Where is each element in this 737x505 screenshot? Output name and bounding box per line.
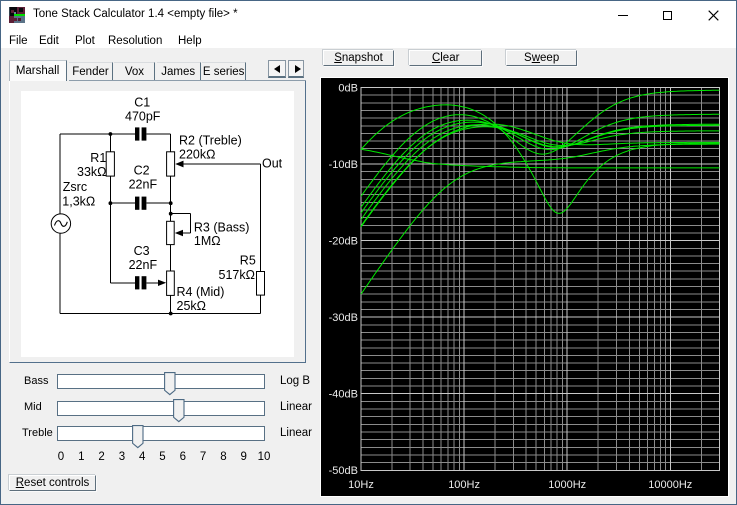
svg-text:Zsrc: Zsrc [63,180,87,194]
svg-text:1,3kΩ: 1,3kΩ [62,195,95,209]
svg-text:100Hz: 100Hz [448,479,480,491]
svg-text:10Hz: 10Hz [348,479,374,491]
svg-text:-20dB: -20dB [329,236,358,248]
svg-text:-10dB: -10dB [329,159,358,171]
svg-text:R5: R5 [240,254,256,268]
svg-text:R2 (Treble): R2 (Treble) [179,133,242,147]
svg-text:C3: C3 [134,244,150,258]
svg-text:33kΩ: 33kΩ [77,165,107,179]
svg-text:-50dB: -50dB [329,465,358,477]
svg-text:517kΩ: 517kΩ [219,268,255,282]
svg-text:22nF: 22nF [129,258,158,272]
svg-text:1MΩ: 1MΩ [194,234,221,248]
svg-text:10000Hz: 10000Hz [648,479,692,491]
svg-text:1000Hz: 1000Hz [548,479,586,491]
svg-text:22nF: 22nF [129,178,158,192]
svg-text:220kΩ: 220kΩ [179,148,215,162]
svg-text:-40dB: -40dB [329,389,358,401]
svg-text:C2: C2 [134,163,150,177]
svg-text:R1: R1 [90,151,106,165]
svg-text:-30dB: -30dB [329,312,358,324]
svg-text:25kΩ: 25kΩ [177,299,207,313]
svg-text:470pF: 470pF [125,110,161,124]
svg-text:Out: Out [262,157,283,171]
svg-text:R3 (Bass): R3 (Bass) [194,221,250,235]
svg-text:R4 (Mid): R4 (Mid) [177,285,225,299]
svg-text:0dB: 0dB [338,83,358,95]
svg-text:C1: C1 [134,95,150,109]
